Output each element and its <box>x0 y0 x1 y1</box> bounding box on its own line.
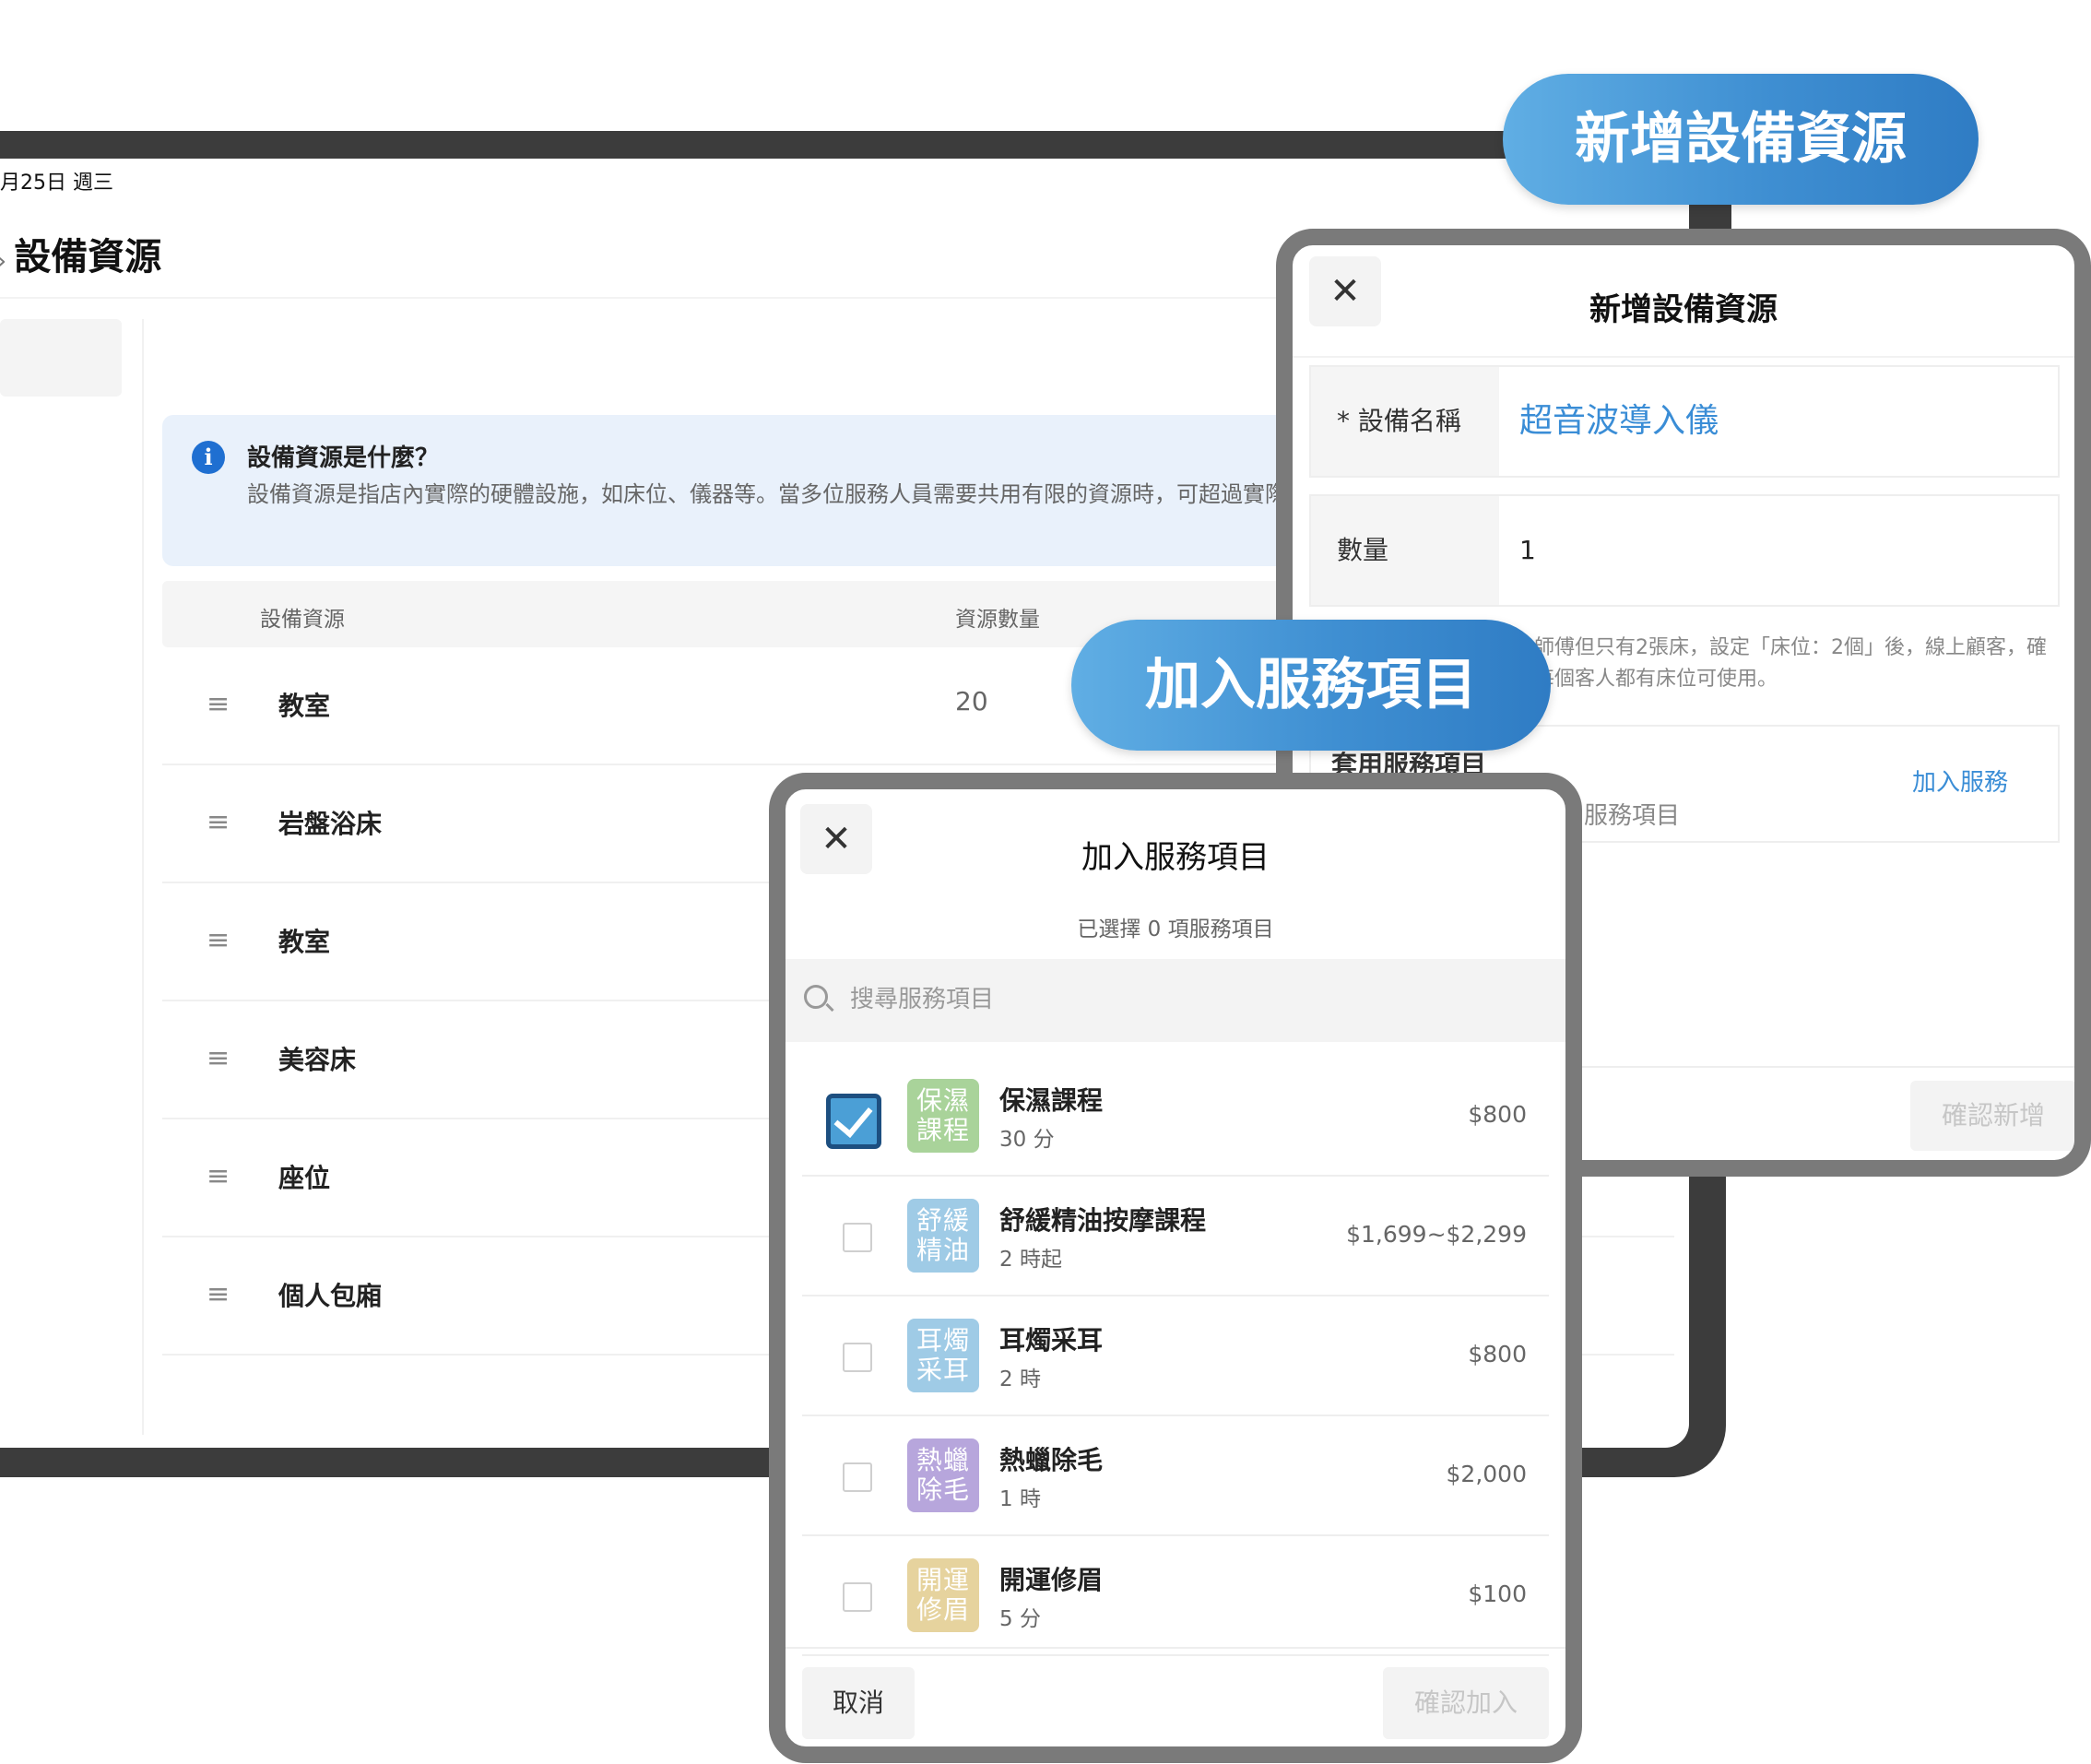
service-item[interactable]: 耳燭 采耳 耳燭采耳 2 時 $800 <box>802 1296 1549 1416</box>
service-item[interactable]: 熱蠟 除毛 熱蠟除毛 1 時 $2,000 <box>802 1416 1549 1536</box>
quantity-field[interactable]: 數量 1 <box>1309 494 2060 607</box>
sidebar-item[interactable] <box>0 319 122 397</box>
info-title: 設備資源是什麼？ <box>247 444 440 472</box>
drag-handle-icon[interactable]: ≡ <box>207 1042 230 1074</box>
service-price: $100 <box>1468 1580 1527 1607</box>
search-bar <box>786 959 1565 1042</box>
quantity-input[interactable]: 1 <box>1519 496 1536 605</box>
drag-handle-icon[interactable]: ≡ <box>207 1160 230 1192</box>
service-name: 開運修眉 <box>999 1565 1104 1595</box>
equipment-name-input[interactable]: 超音波導入儀 <box>1519 367 1719 476</box>
add-service-link[interactable]: 加入服務 <box>1912 764 2008 798</box>
checkbox[interactable] <box>843 1223 872 1252</box>
service-price: $1,699~$2,299 <box>1346 1221 1527 1248</box>
checkbox[interactable] <box>826 1094 881 1149</box>
row-name: 教室 <box>278 691 331 721</box>
row-name: 美容床 <box>278 1045 357 1075</box>
callout-add-equipment: 新增設備資源 <box>1503 74 1979 205</box>
row-name: 教室 <box>278 927 331 957</box>
page-title-text: 設備資源 <box>14 236 162 278</box>
service-thumbnail: 開運 修眉 <box>907 1558 979 1632</box>
service-duration: 2 時 <box>999 1367 1041 1391</box>
service-duration: 2 時起 <box>999 1248 1062 1272</box>
row-name: 個人包廂 <box>278 1281 383 1311</box>
drag-handle-icon[interactable]: ≡ <box>207 688 230 720</box>
row-count: 20 <box>955 686 988 716</box>
callout-add-service: 加入服務項目 <box>1071 620 1551 751</box>
divider <box>786 1647 1565 1649</box>
service-thumbnail: 保濕 課程 <box>907 1079 979 1153</box>
service-name: 保濕課程 <box>999 1085 1104 1116</box>
modal-title: 加入服務項目 <box>1081 839 1270 876</box>
service-duration: 1 時 <box>999 1487 1041 1511</box>
service-thumbnail: 耳燭 采耳 <box>907 1319 979 1392</box>
row-name: 岩盤浴床 <box>278 809 383 839</box>
page-title: › 設備資源 <box>0 227 161 280</box>
confirm-add-button[interactable]: 確認加入 <box>1383 1667 1549 1739</box>
service-name: 熱蠟除毛 <box>999 1445 1104 1475</box>
services-empty-text: 服務項目 <box>1584 802 1681 830</box>
sidebar-divider <box>142 319 144 1435</box>
drag-handle-icon[interactable]: ≡ <box>207 1278 230 1310</box>
service-duration: 5 分 <box>999 1607 1041 1631</box>
service-thumbnail: 熱蠟 除毛 <box>907 1438 979 1512</box>
service-price: $800 <box>1468 1341 1527 1367</box>
checkbox[interactable] <box>843 1462 872 1492</box>
quantity-hint: 位師傅但只有2張床，設定「床位：2個」後，線上顧客，確保每個客人都有床位可使用。 <box>1514 636 2047 691</box>
search-icon <box>804 985 828 1009</box>
divider <box>1293 356 2074 358</box>
equipment-name-label: * 設備名稱 <box>1311 367 1499 476</box>
selected-count: 已選擇 0 項服務項目 <box>1077 918 1274 941</box>
service-item[interactable]: 保濕 課程 保濕課程 30 分 $800 <box>802 1057 1549 1177</box>
service-duration: 30 分 <box>999 1128 1055 1152</box>
checkbox[interactable] <box>843 1343 872 1372</box>
column-header-count: 資源數量 <box>955 608 1040 632</box>
search-input[interactable] <box>850 979 1495 1020</box>
service-item[interactable]: 開運 修眉 開運修眉 5 分 $100 <box>802 1536 1549 1656</box>
service-price: $2,000 <box>1446 1461 1527 1487</box>
equipment-name-field[interactable]: * 設備名稱 超音波導入儀 <box>1309 365 2060 478</box>
checkbox[interactable] <box>843 1582 872 1612</box>
service-price: $800 <box>1468 1101 1527 1128</box>
info-icon: i <box>192 441 225 474</box>
service-name: 舒緩精油按摩課程 <box>999 1205 1207 1236</box>
column-header-name: 設備資源 <box>260 608 345 632</box>
service-item[interactable]: 舒緩 精油 舒緩精油按摩課程 2 時起 $1,699~$2,299 <box>802 1177 1549 1296</box>
service-name: 耳燭采耳 <box>999 1325 1104 1356</box>
chevron-right-icon[interactable]: › <box>0 245 6 276</box>
date-label: 月25日 週三 <box>0 172 113 195</box>
row-name: 座位 <box>278 1163 331 1193</box>
add-service-modal: ✕ 加入服務項目 已選擇 0 項服務項目 保濕課程 保濕課程 30 分 $800… <box>769 773 1582 1763</box>
confirm-add-button[interactable]: 確認新增 <box>1910 1081 2074 1151</box>
drag-handle-icon[interactable]: ≡ <box>207 924 230 956</box>
modal-title: 新增設備資源 <box>1589 291 1778 328</box>
quantity-label: 數量 <box>1311 496 1499 605</box>
cancel-button[interactable]: 取消 <box>802 1667 915 1739</box>
service-thumbnail: 舒緩 精油 <box>907 1199 979 1273</box>
drag-handle-icon[interactable]: ≡ <box>207 806 230 838</box>
